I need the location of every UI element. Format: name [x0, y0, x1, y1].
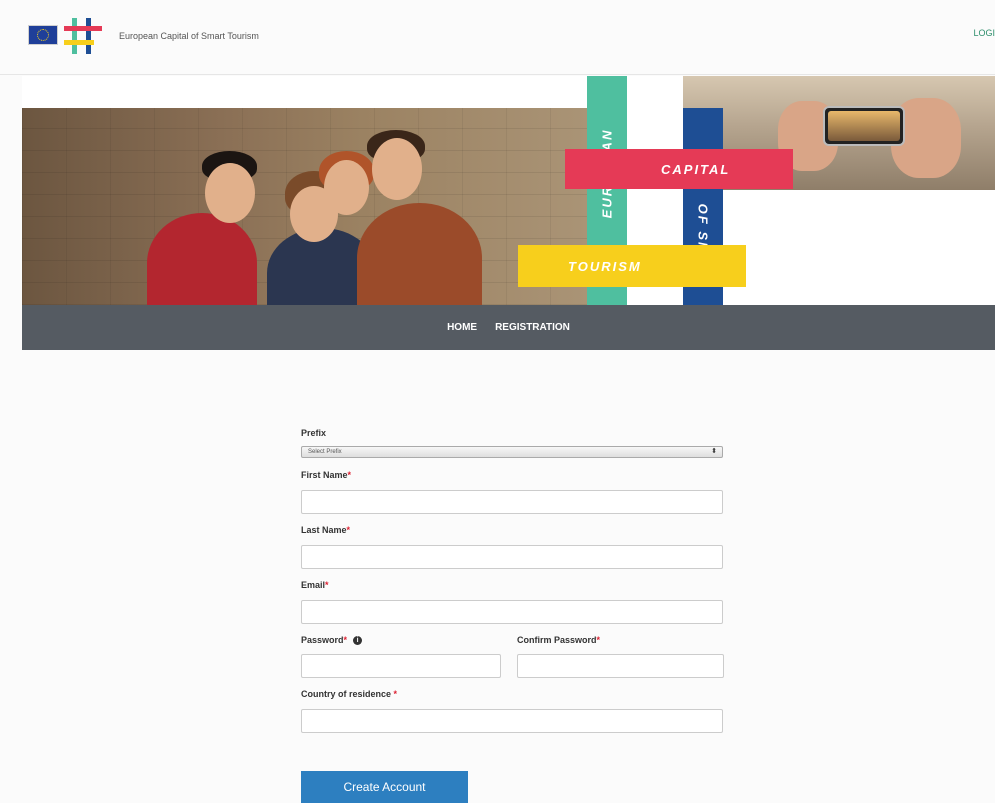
- create-account-button[interactable]: Create Account: [301, 771, 468, 803]
- password-field[interactable]: [301, 654, 501, 679]
- password-label: Password* i: [301, 635, 501, 646]
- last-name-label: Last Name*: [301, 525, 351, 535]
- select-arrows-icon: ⬍: [711, 448, 717, 455]
- login-link[interactable]: LOGI: [973, 28, 995, 38]
- hero-banner: EUROPEAN OF SMART CAPITAL TOURISM: [22, 76, 995, 305]
- prefix-label: Prefix: [301, 428, 327, 438]
- info-icon[interactable]: i: [353, 636, 363, 646]
- email-field[interactable]: [301, 600, 723, 624]
- country-label: Country of residence *: [301, 689, 398, 700]
- nav-registration[interactable]: REGISTRATION: [495, 322, 570, 333]
- first-name-field[interactable]: [301, 490, 723, 514]
- confirm-password-field[interactable]: [517, 654, 724, 678]
- band-capital: CAPITAL: [565, 149, 793, 189]
- smart-tourism-logo-icon[interactable]: [64, 18, 102, 54]
- confirm-password-label: Confirm Password*: [517, 635, 601, 645]
- site-title: European Capital of Smart Tourism: [119, 31, 259, 41]
- eu-flag-icon: [28, 25, 58, 45]
- main-nav: HOME REGISTRATION: [22, 305, 995, 350]
- first-name-label: First Name*: [301, 470, 352, 480]
- country-field[interactable]: [301, 709, 723, 734]
- top-bar: European Capital of Smart Tourism LOGI: [0, 0, 995, 75]
- prefix-select-value: Select Prefix: [308, 449, 342, 455]
- nav-home[interactable]: HOME: [447, 322, 477, 333]
- prefix-select[interactable]: Select Prefix ⬍: [301, 446, 723, 458]
- band-tourism: TOURISM: [518, 245, 746, 287]
- last-name-field[interactable]: [301, 545, 723, 569]
- email-label: Email*: [301, 580, 329, 590]
- phone-icon: [823, 106, 905, 146]
- hero-photo-friends: [22, 108, 590, 305]
- registration-form: Prefix Select Prefix ⬍ First Name* Last …: [301, 428, 725, 734]
